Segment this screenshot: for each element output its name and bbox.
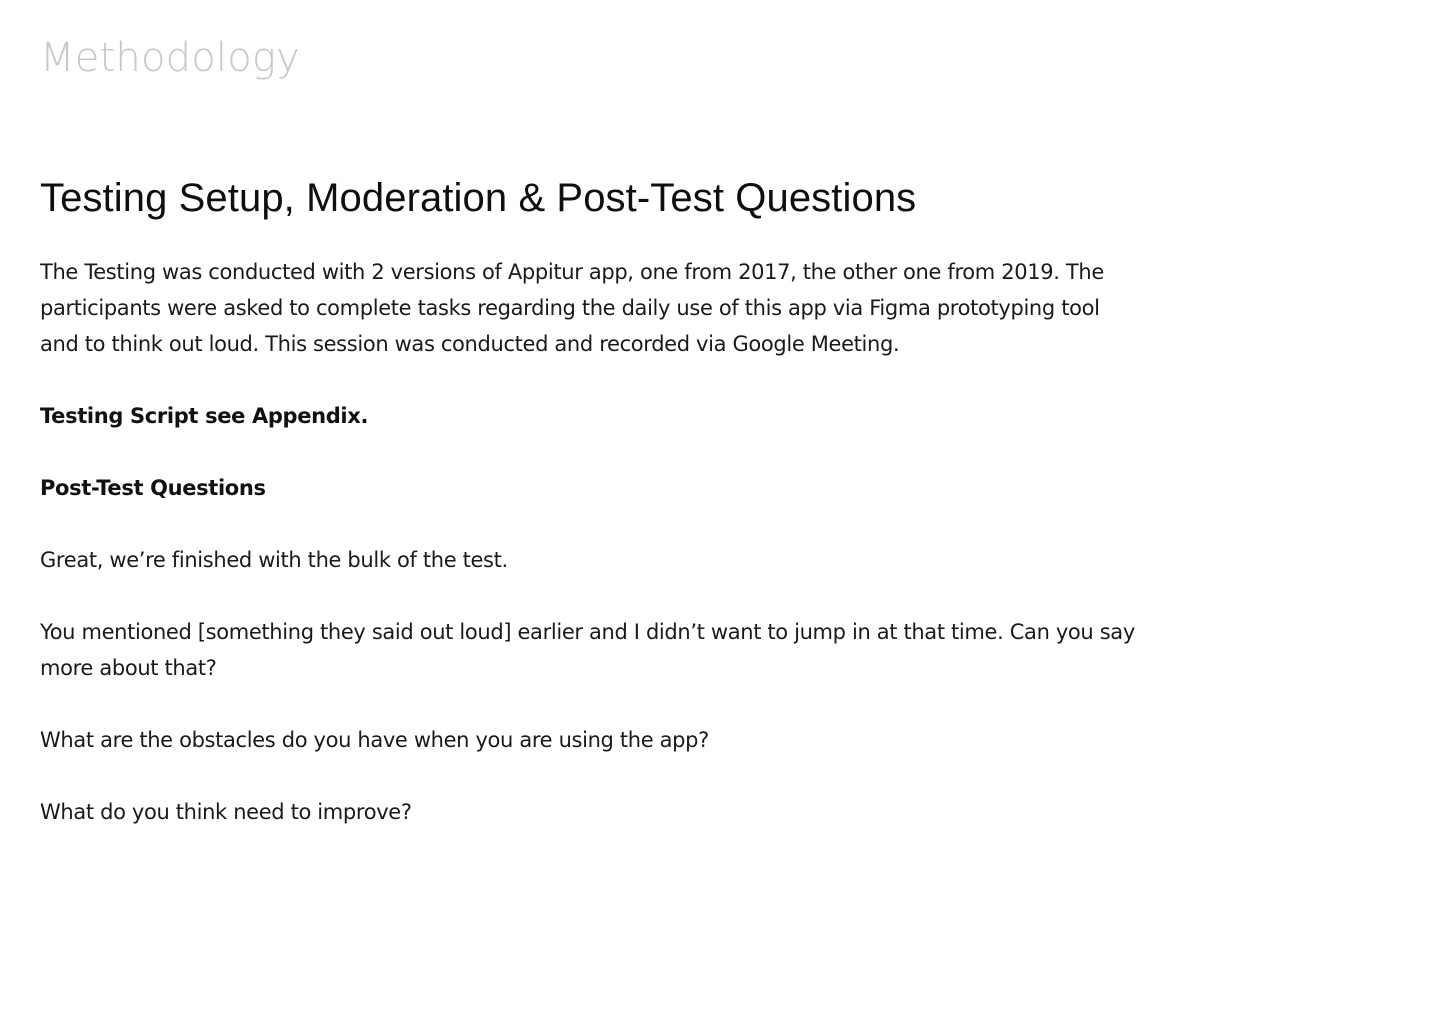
document-page: Methodology Testing Setup, Moderation & … <box>0 0 1440 1024</box>
question-item: What are the obstacles do you have when … <box>40 728 709 752</box>
question-item: You mentioned [something they said out l… <box>40 620 1135 680</box>
question-item: Great, we’re finished with the bulk of t… <box>40 548 508 572</box>
testing-script-note: Testing Script see Appendix. <box>40 404 369 428</box>
content-body: Testing Setup, Moderation & Post-Test Qu… <box>40 174 1140 830</box>
post-test-questions-title: Post-Test Questions <box>40 476 266 500</box>
intro-paragraph: The Testing was conducted with 2 version… <box>40 260 1104 356</box>
question-item: What do you think need to improve? <box>40 800 412 824</box>
page-title: Testing Setup, Moderation & Post-Test Qu… <box>40 176 917 220</box>
section-label: Methodology <box>40 35 300 81</box>
